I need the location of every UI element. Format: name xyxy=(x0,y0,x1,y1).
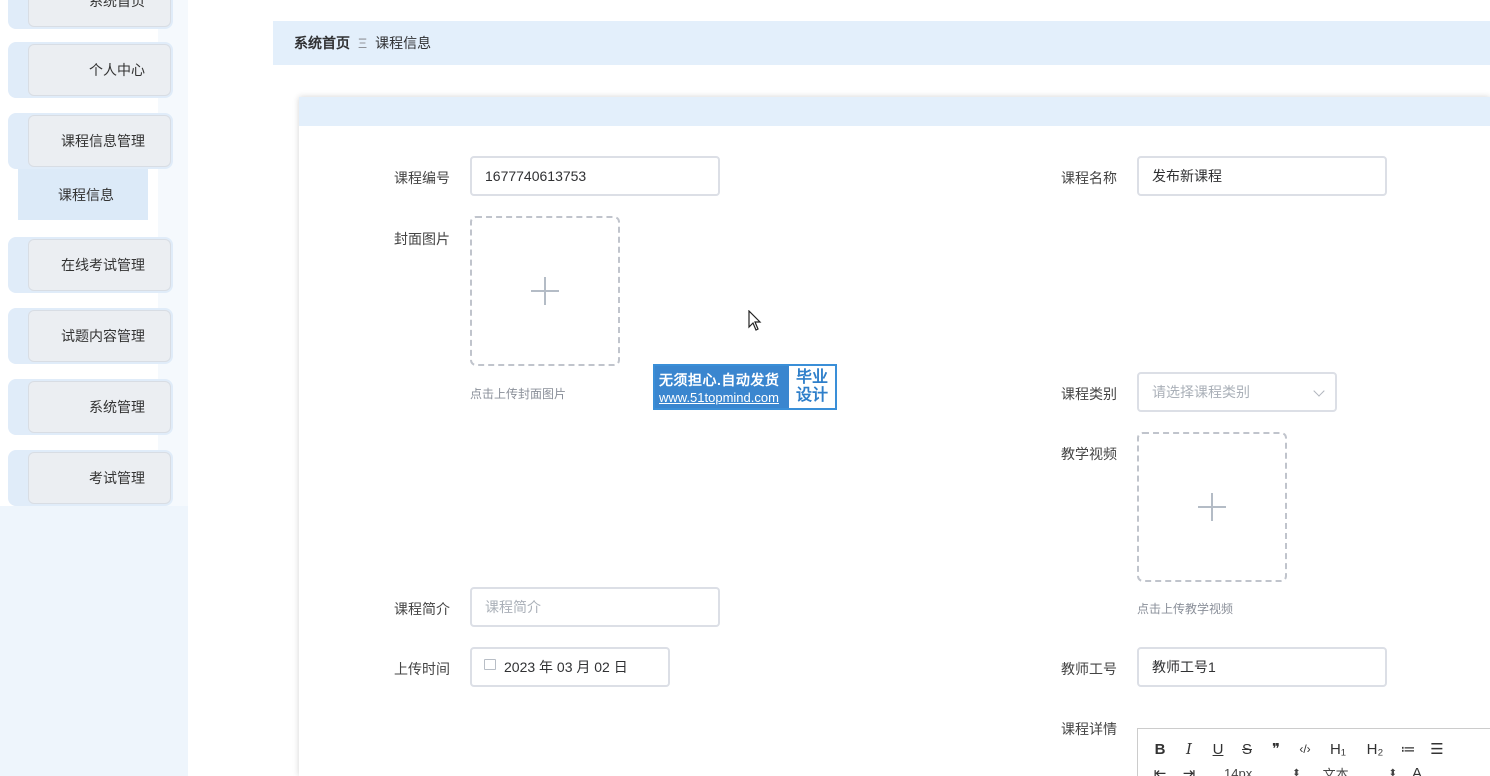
cover-upload-hint: 点击上传封面图片 xyxy=(470,387,567,401)
course-name-label: 课程名称 xyxy=(1061,170,1117,186)
category-label: 课程类别 xyxy=(1061,386,1117,402)
sidebar-item-label: 课程信息管理 xyxy=(61,133,145,149)
editor-toolbar-row2: ⇤ ⇥ 14px ⬍ 文本 ⬍ A xyxy=(1152,763,1438,776)
outdent-icon[interactable]: ⇤ xyxy=(1152,764,1168,776)
video-upload[interactable] xyxy=(1137,432,1287,582)
sidebar-item-label: 个人中心 xyxy=(89,62,145,78)
card-header xyxy=(299,97,1490,126)
code-icon[interactable]: ‹/› xyxy=(1297,742,1313,756)
teacher-no-value: 教师工号1 xyxy=(1152,659,1216,675)
course-no-value: 1677740613753 xyxy=(485,168,587,184)
sidebar-item-question-content[interactable]: 试题内容管理 xyxy=(8,308,173,364)
sidebar-subitem-course-info[interactable]: 课程信息 xyxy=(18,169,148,220)
font-color-icon[interactable]: A xyxy=(1409,765,1425,776)
block-type-select[interactable]: 文本 ⬍ xyxy=(1323,764,1397,776)
category-placeholder: 请选择课程类别 xyxy=(1152,384,1250,400)
editor-toolbar-row1: B I U S ❞ ‹/› H₁ H₂ ≔ ☰ xyxy=(1152,739,1458,759)
intro-label: 课程简介 xyxy=(394,601,450,617)
watermark-right1: 毕业 xyxy=(795,369,828,386)
breadcrumb-separator: Ξ xyxy=(358,35,368,51)
upload-time-label: 上传时间 xyxy=(394,661,450,677)
calendar-icon xyxy=(484,658,496,670)
plus-icon xyxy=(531,277,559,305)
heading1-icon[interactable]: H₁ xyxy=(1326,741,1350,758)
sidebar-item-label: 在线考试管理 xyxy=(61,257,145,273)
font-size-select[interactable]: 14px ⬍ xyxy=(1224,766,1301,776)
italic-icon[interactable]: I xyxy=(1181,740,1197,758)
rich-text-editor[interactable]: B I U S ❞ ‹/› H₁ H₂ ≔ ☰ ⇤ ⇥ 14px ⬍ 文本 ⬍ … xyxy=(1137,728,1490,776)
ordered-list-icon[interactable]: ≔ xyxy=(1400,740,1416,758)
cover-label: 封面图片 xyxy=(394,231,450,247)
teacher-no-input[interactable]: 教师工号1 xyxy=(1137,647,1387,687)
strikethrough-icon[interactable]: S xyxy=(1239,741,1255,758)
upload-time-picker[interactable]: 2023 年 03 月 02 日 xyxy=(470,647,670,687)
watermark-line1: 无须担心.自动发货 xyxy=(659,371,780,388)
block-type-value: 文本 xyxy=(1322,766,1349,776)
watermark-badge: 无须担心.自动发货 www.51topmind.com 毕业 设计 xyxy=(653,364,837,410)
breadcrumb: 系统首页 Ξ 课程信息 xyxy=(273,21,1490,65)
intro-input[interactable]: 课程简介 xyxy=(470,587,720,627)
details-label: 课程详情 xyxy=(1061,721,1117,737)
breadcrumb-home[interactable]: 系统首页 xyxy=(294,33,350,53)
select-arrows-icon: ⬍ xyxy=(1388,767,1397,776)
video-label: 教学视频 xyxy=(1061,446,1117,462)
watermark-line2: www.51topmind.com xyxy=(659,389,779,405)
sidebar-item-label: 考试管理 xyxy=(89,470,145,486)
sidebar-item-online-exam[interactable]: 在线考试管理 xyxy=(8,237,173,293)
select-arrows-icon: ⬍ xyxy=(1292,767,1301,776)
sidebar-item-label: 系统管理 xyxy=(89,399,145,415)
sidebar-item-home[interactable]: 系统首页 xyxy=(8,0,173,29)
bold-icon[interactable]: B xyxy=(1152,741,1168,758)
cover-upload[interactable] xyxy=(470,216,620,366)
course-no-label: 课程编号 xyxy=(394,170,450,186)
breadcrumb-current: 课程信息 xyxy=(375,35,432,51)
underline-icon[interactable]: U xyxy=(1210,741,1226,758)
teacher-no-label: 教师工号 xyxy=(1061,661,1117,677)
font-size-value: 14px xyxy=(1224,765,1253,776)
sidebar-subitem-label: 课程信息 xyxy=(58,186,114,203)
bullet-list-icon[interactable]: ☰ xyxy=(1429,740,1445,758)
course-name-input[interactable]: 发布新课程 xyxy=(1137,156,1387,196)
watermark-right2: 设计 xyxy=(795,387,828,404)
course-no-input[interactable]: 1677740613753 xyxy=(470,156,720,196)
video-upload-hint: 点击上传教学视频 xyxy=(1137,602,1234,616)
mouse-cursor-icon xyxy=(748,310,762,331)
chevron-down-icon xyxy=(1313,385,1325,397)
sidebar-item-system[interactable]: 系统管理 xyxy=(8,379,173,435)
intro-placeholder: 课程简介 xyxy=(485,599,541,615)
sidebar-item-label: 系统首页 xyxy=(89,0,145,9)
sidebar: 系统首页 个人中心 课程信息管理 课程信息 在线考试管理 试题内容管理 系统管理… xyxy=(0,0,188,776)
blockquote-icon[interactable]: ❞ xyxy=(1268,740,1284,758)
sidebar-item-label: 试题内容管理 xyxy=(61,328,145,344)
sidebar-item-exam[interactable]: 考试管理 xyxy=(8,450,173,506)
plus-icon xyxy=(1198,493,1226,521)
sidebar-item-profile[interactable]: 个人中心 xyxy=(8,42,173,98)
category-select[interactable]: 请选择课程类别 xyxy=(1137,372,1337,412)
sidebar-item-course-management[interactable]: 课程信息管理 xyxy=(8,113,173,169)
indent-icon[interactable]: ⇥ xyxy=(1181,764,1197,776)
heading2-icon[interactable]: H₂ xyxy=(1363,741,1387,758)
upload-time-value: 2023 年 03 月 02 日 xyxy=(504,659,628,675)
course-name-value: 发布新课程 xyxy=(1152,168,1222,184)
